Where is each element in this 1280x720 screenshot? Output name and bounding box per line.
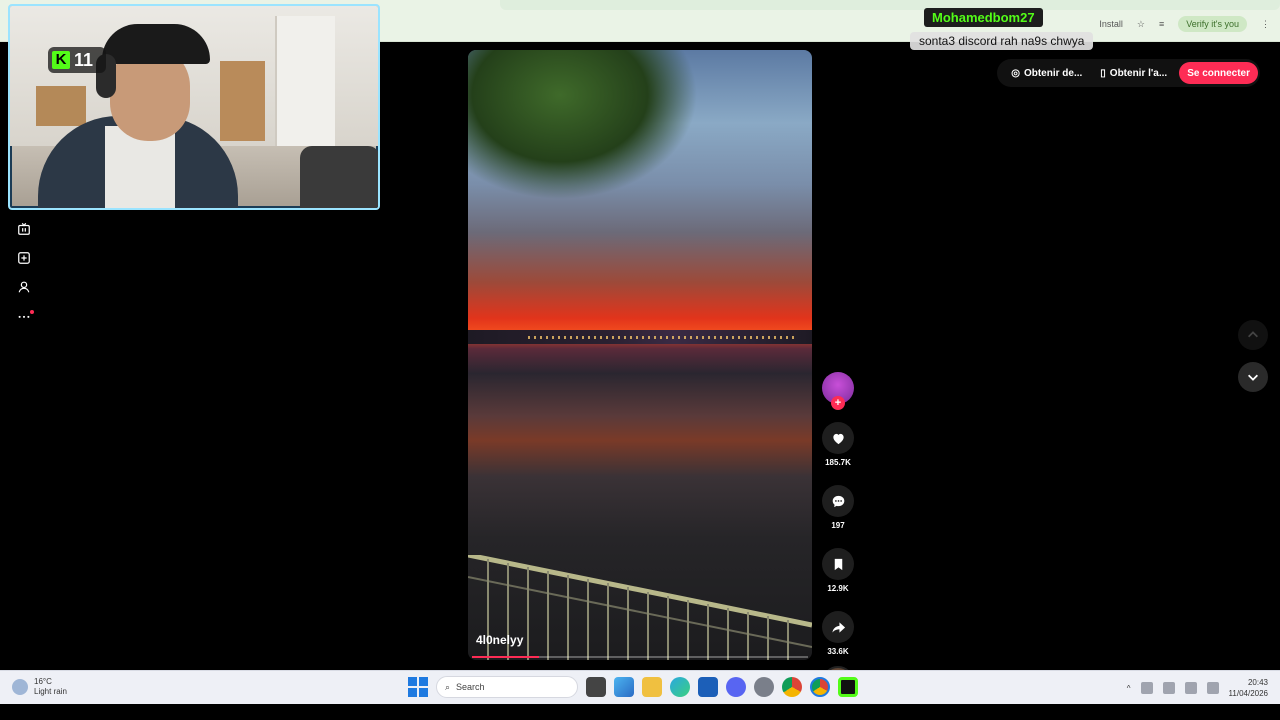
viewer-count-badge: K 11 [48, 47, 106, 73]
chat-username: Mohamedbom27 [924, 8, 1043, 27]
like-action: 185.7K [822, 422, 854, 467]
file-explorer-icon[interactable] [642, 677, 662, 697]
system-tray: ^ 20:43 11/04/2026 [1127, 677, 1268, 699]
widgets-app-icon[interactable] [614, 677, 634, 697]
comment-action: 197 [822, 485, 854, 530]
video-progress-fill [472, 656, 540, 658]
screen: Install ☆ ≡ Verify it's you ⋮ K 11 Moham… [0, 0, 1280, 720]
like-count: 185.7K [825, 458, 851, 467]
network-icon[interactable] [1140, 682, 1153, 694]
video-author[interactable]: 4l0nelyy [476, 633, 523, 647]
settings-gear-icon[interactable] [754, 677, 774, 697]
weather-condition: Light rain [34, 687, 67, 696]
taskbar-search[interactable]: ⌕ Search [436, 676, 578, 698]
video-actions: + 185.7K 197 12.9K 33.6K [820, 372, 856, 698]
task-view-icon[interactable] [586, 677, 606, 697]
share-action: 33.6K [822, 611, 854, 656]
discord-icon[interactable] [726, 677, 746, 697]
webcam-door [275, 16, 335, 146]
clock-date: 11/04/2026 [1228, 689, 1268, 698]
share-button[interactable] [822, 611, 854, 643]
chevron-down-icon [1248, 374, 1258, 381]
save-action: 12.9K [822, 548, 854, 593]
get-desktop-label: Obtenir de... [1023, 67, 1083, 79]
chrome-active-icon[interactable] [810, 677, 830, 697]
taskbar-search-placeholder: Search [456, 682, 485, 692]
sidebar-item-live[interactable] [16, 221, 32, 237]
share-count: 33.6K [827, 647, 849, 656]
viewer-count: 11 [74, 49, 94, 70]
video-progress-bar[interactable] [472, 656, 808, 658]
weather-temperature: 16°C [34, 677, 52, 686]
weather-widget[interactable]: 16°C Light rain [12, 677, 67, 697]
edge-browser-icon[interactable] [670, 677, 690, 697]
cloud-rain-icon [12, 679, 28, 695]
clock[interactable]: 20:43 11/04/2026 [1229, 677, 1268, 699]
get-mobile-app-button[interactable]: ▯ Obtenir l'a... [1094, 61, 1173, 85]
clock-time: 20:43 [1247, 678, 1268, 687]
video-tree [468, 50, 698, 200]
sidebar [16, 221, 34, 324]
get-desktop-app-button[interactable]: ◎ Obtenir de... [1005, 61, 1088, 85]
save-count: 12.9K [827, 584, 849, 593]
video-city-lights [528, 336, 798, 339]
video-player[interactable]: 4l0nelyy [468, 50, 812, 660]
streamer-cap [102, 24, 210, 64]
heart-icon [832, 433, 844, 444]
search-icon: ⌕ [445, 681, 451, 692]
volume-icon[interactable] [1206, 682, 1219, 694]
user-icon [18, 281, 30, 293]
creator-avatar[interactable]: + [822, 372, 854, 410]
comment-icon [832, 495, 844, 507]
kick-app-icon[interactable] [838, 677, 858, 697]
sidebar-item-more[interactable] [16, 308, 34, 324]
chevron-up-icon [1248, 331, 1258, 338]
taskbar-apps: ⌕ Search [408, 676, 858, 698]
weather-text: 16°C Light rain [34, 677, 67, 697]
previous-video-button[interactable] [1238, 320, 1268, 350]
kick-logo-icon: K [52, 51, 70, 69]
save-button[interactable] [822, 548, 854, 580]
sidebar-item-profile[interactable] [16, 279, 32, 295]
share-arrow-icon [831, 621, 845, 633]
chat-overlay: Mohamedbom27 sonta3 discord rah na9s chw… [910, 6, 1270, 52]
webcam-chair [300, 146, 378, 208]
bookmark-icon [834, 558, 842, 570]
display-icon[interactable] [1184, 682, 1197, 694]
phone-icon: ▯ [1100, 67, 1106, 79]
microphone-icon[interactable] [1162, 682, 1175, 694]
follow-plus-icon[interactable]: + [831, 396, 845, 410]
chrome-icon[interactable] [782, 677, 802, 697]
plus-square-icon [18, 252, 30, 264]
more-icon [18, 315, 30, 318]
windows-taskbar: 16°C Light rain ⌕ Search ^ 20:43 11/04/2… [0, 670, 1280, 704]
like-button[interactable] [822, 422, 854, 454]
microsoft-store-icon[interactable] [698, 677, 718, 697]
webcam-overlay: K 11 [8, 4, 380, 210]
webcam-box-2 [36, 86, 86, 126]
chevron-up-tray-icon[interactable]: ^ [1127, 684, 1131, 693]
next-video-button[interactable] [1238, 362, 1268, 392]
sidebar-item-upload[interactable] [16, 250, 32, 266]
desktop-app-icon: ◎ [1011, 67, 1020, 79]
chat-message: sonta3 discord rah na9s chwya [910, 32, 1094, 50]
login-button[interactable]: Se connecter [1179, 62, 1258, 84]
get-app-label: Obtenir l'a... [1109, 67, 1168, 79]
header-actions: ◎ Obtenir de... ▯ Obtenir l'a... Se conn… [997, 59, 1260, 87]
webcam-box [220, 61, 265, 141]
windows-start-icon[interactable] [408, 677, 428, 697]
tv-icon [18, 222, 30, 235]
notification-dot [30, 310, 34, 314]
comment-button[interactable] [822, 485, 854, 517]
comment-count: 197 [831, 521, 845, 530]
